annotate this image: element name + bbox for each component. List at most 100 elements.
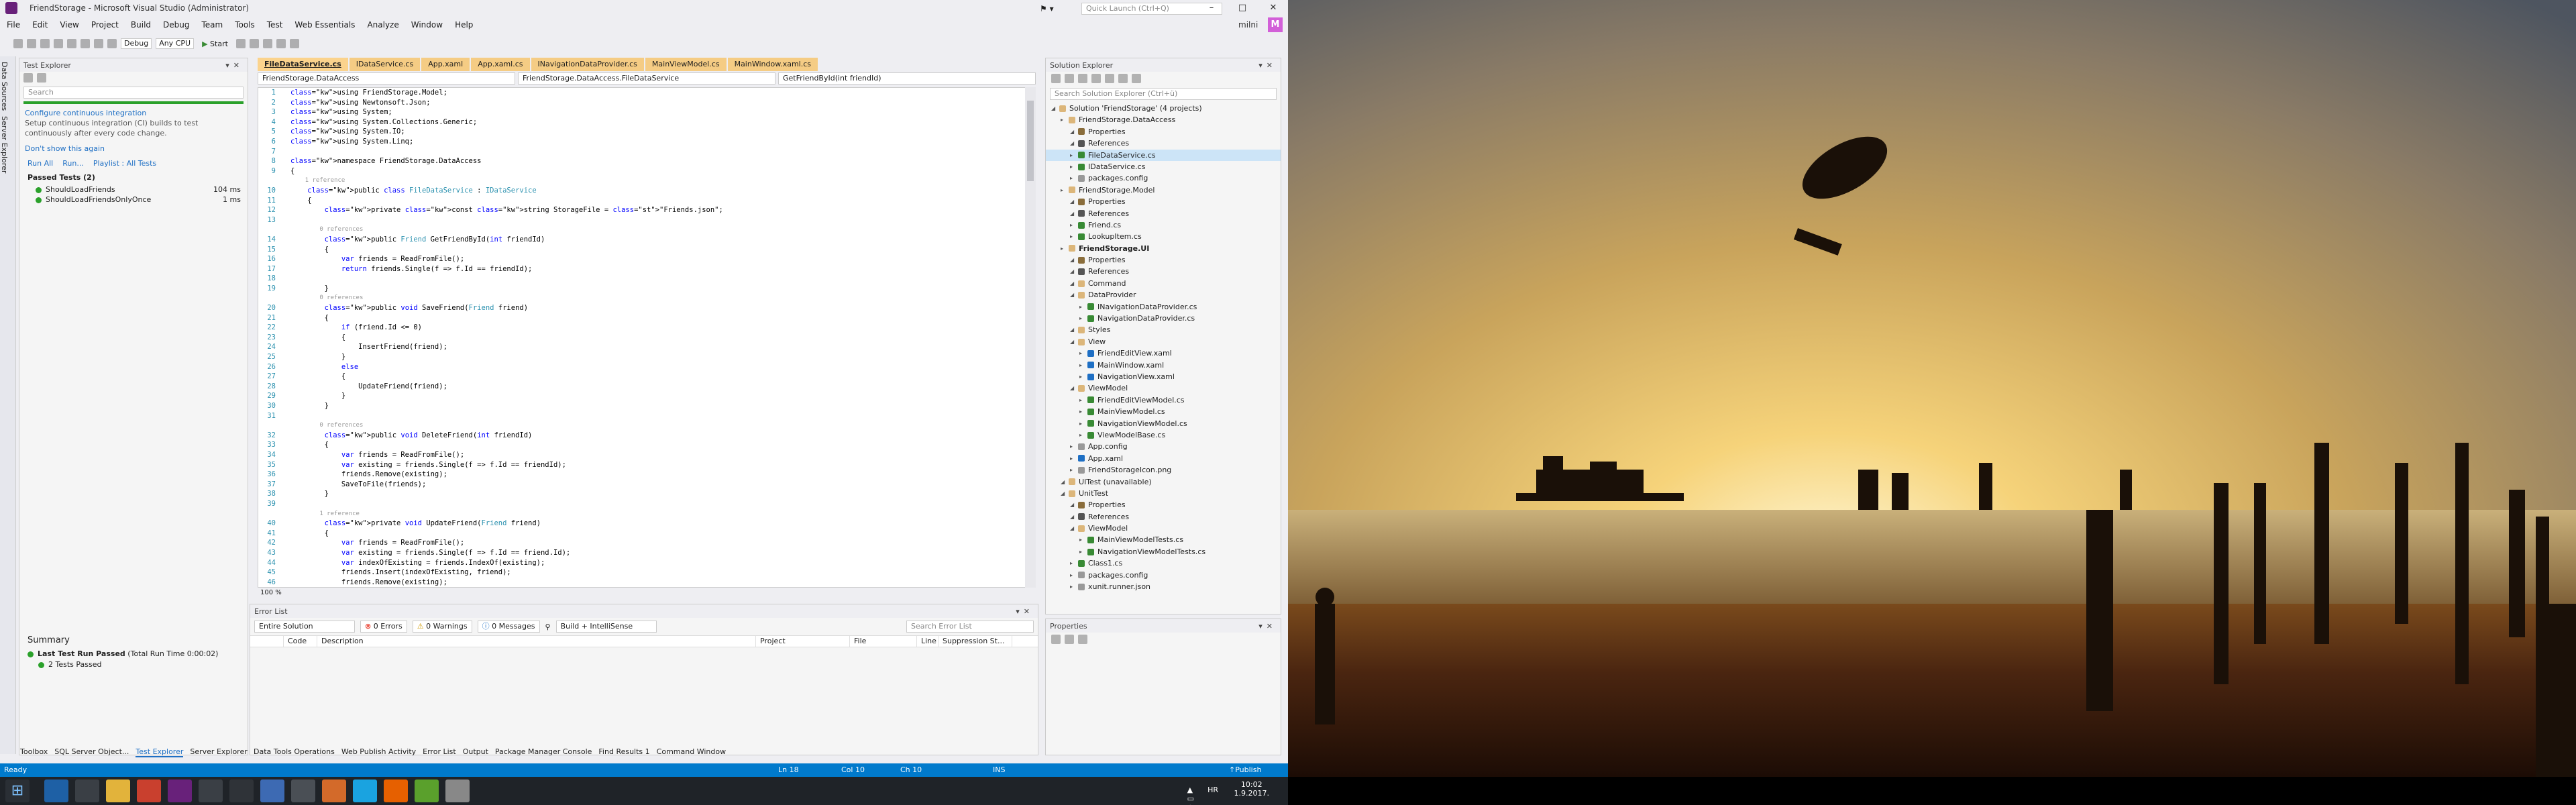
solution-tree-item[interactable]: ▸ MainWindow.xaml <box>1046 360 1281 371</box>
expand-arrow-icon[interactable]: ◢ <box>1070 523 1078 534</box>
zoom-level[interactable]: 100 % <box>258 589 1036 598</box>
save-all-icon[interactable] <box>80 39 90 48</box>
solution-tree-item[interactable]: ▸ NavigationDataProvider.cs <box>1046 313 1281 324</box>
editor-tab[interactable]: IDataService.cs <box>349 58 421 71</box>
bottom-tab[interactable]: Test Explorer <box>136 747 184 757</box>
solution-tree-item[interactable]: ▸ FriendStorage.UI <box>1046 243 1281 254</box>
platform-select[interactable]: Any CPU <box>156 38 195 49</box>
property-pages-icon[interactable] <box>1078 635 1087 644</box>
back-icon[interactable] <box>1051 74 1061 83</box>
store-icon[interactable] <box>75 780 99 802</box>
codelens-reference[interactable]: 0 references <box>290 225 363 235</box>
expand-arrow-icon[interactable]: ▸ <box>1079 418 1087 429</box>
avatar[interactable]: M <box>1268 17 1283 32</box>
home-icon[interactable] <box>1078 74 1087 83</box>
forward-icon[interactable] <box>1065 74 1074 83</box>
attach-icon[interactable] <box>235 39 246 48</box>
menu-item-debug[interactable]: Debug <box>163 20 189 34</box>
codelens-reference[interactable]: 0 references <box>290 421 363 431</box>
menu-item-build[interactable]: Build <box>131 20 151 34</box>
solution-tree-item[interactable]: ▸ packages.config <box>1046 570 1281 581</box>
solution-tree-item[interactable]: ◢ Properties <box>1046 126 1281 138</box>
solution-tree-item[interactable]: ◢ DataProvider <box>1046 289 1281 301</box>
solution-tree-item[interactable]: ▸ Friend.cs <box>1046 219 1281 231</box>
expand-arrow-icon[interactable]: ▸ <box>1079 313 1087 324</box>
expand-arrow-icon[interactable]: ▸ <box>1070 219 1078 231</box>
expand-arrow-icon[interactable]: ▸ <box>1061 243 1069 254</box>
bottom-tab[interactable]: Server Explorer <box>190 747 247 757</box>
project-dropdown[interactable]: FriendStorage.DataAccess <box>258 72 515 85</box>
expand-arrow-icon[interactable]: ▸ <box>1070 441 1078 452</box>
expand-arrow-icon[interactable]: ▸ <box>1070 150 1078 161</box>
solution-tree-item[interactable]: ◢ References <box>1046 208 1281 219</box>
expand-arrow-icon[interactable]: ◢ <box>1070 336 1078 347</box>
menu-item-help[interactable]: Help <box>455 20 473 34</box>
skype-icon[interactable] <box>353 780 377 802</box>
redo-icon[interactable] <box>107 39 117 48</box>
server-explorer-tab[interactable]: Server Explorer <box>0 116 9 173</box>
chrome-icon[interactable] <box>137 780 161 802</box>
run-link[interactable]: Run... <box>62 159 84 168</box>
quick-launch-input[interactable]: Quick Launch (Ctrl+Q) <box>1081 3 1222 15</box>
solution-tree-item[interactable]: ▸ IDataService.cs <box>1046 161 1281 172</box>
menu-item-team[interactable]: Team <box>201 20 223 34</box>
comment-icon[interactable] <box>276 39 286 48</box>
solution-tree-item[interactable]: ◢ UITest (unavailable) <box>1046 476 1281 488</box>
col-line[interactable]: Line <box>917 636 938 647</box>
input-language[interactable]: HR <box>1208 786 1218 794</box>
expand-arrow-icon[interactable]: ▸ <box>1079 394 1087 406</box>
col-project[interactable]: Project <box>756 636 850 647</box>
solution-tree-item[interactable]: ◢ References <box>1046 266 1281 277</box>
run-all-link[interactable]: Run All <box>28 159 53 168</box>
solution-tree-item[interactable]: ▸ NavigationViewModelTests.cs <box>1046 546 1281 557</box>
playlist-icon[interactable] <box>37 73 46 83</box>
expand-arrow-icon[interactable]: ◢ <box>1070 138 1078 149</box>
ie-icon[interactable] <box>44 780 68 802</box>
filter-icon[interactable]: ⚲ <box>545 623 551 631</box>
scroll-thumb[interactable] <box>1027 101 1034 181</box>
bottom-tab[interactable]: SQL Server Object... <box>54 747 129 757</box>
code-editor[interactable]: 1 class="kw">using FriendStorage.Model; 2 c… <box>258 87 1036 588</box>
expand-arrow-icon[interactable]: ▸ <box>1079 429 1087 441</box>
alphabetical-icon[interactable] <box>1065 635 1074 644</box>
solution-tree-item[interactable]: ▸ LookupItem.cs <box>1046 231 1281 242</box>
solution-tree-item[interactable]: ▸ Class1.cs <box>1046 557 1281 569</box>
expand-arrow-icon[interactable]: ▸ <box>1079 406 1087 417</box>
solution-tree-item[interactable]: ▸ FriendEditView.xaml <box>1046 347 1281 359</box>
menu-item-view[interactable]: View <box>60 20 78 34</box>
expand-arrow-icon[interactable]: ▸ <box>1070 231 1078 242</box>
maximize-button[interactable]: □ <box>1233 1 1252 15</box>
bottom-tab[interactable]: Find Results 1 <box>598 747 649 756</box>
error-search-input[interactable]: Search Error List <box>906 621 1034 633</box>
solution-tree-item[interactable]: ▸ MainViewModelTests.cs <box>1046 534 1281 545</box>
col-description[interactable]: Description <box>317 636 756 647</box>
scope-select[interactable]: Entire Solution <box>254 621 355 633</box>
solution-tree-item[interactable]: ▸ App.xaml <box>1046 453 1281 464</box>
editor-tab[interactable]: FileDataService.cs <box>258 58 348 71</box>
refresh-icon[interactable] <box>1105 74 1114 83</box>
solution-tree-item[interactable]: ◢ Properties <box>1046 254 1281 266</box>
menu-item-test[interactable]: Test <box>267 20 283 34</box>
solution-tree-item[interactable]: ▸ FriendEditViewModel.cs <box>1046 394 1281 406</box>
menu-item-project[interactable]: Project <box>91 20 119 34</box>
col-file[interactable]: File <box>850 636 917 647</box>
expand-arrow-icon[interactable]: ◢ <box>1061 476 1069 488</box>
solution-tree-item[interactable]: ◢ UnitTest <box>1046 488 1281 499</box>
bottom-tab[interactable]: Error List <box>423 747 456 756</box>
menu-item-analyze[interactable]: Analyze <box>367 20 398 34</box>
menu-item-window[interactable]: Window <box>411 20 443 34</box>
expand-arrow-icon[interactable]: ▸ <box>1079 371 1087 382</box>
clock[interactable]: 10:02 1.9.2017. <box>1234 780 1269 798</box>
solution-tree-item[interactable]: ◢ References <box>1046 138 1281 149</box>
solution-tree-item[interactable]: ◢ Properties <box>1046 196 1281 207</box>
bottom-tab[interactable]: Web Publish Activity <box>341 747 416 756</box>
solution-tree-item[interactable]: ◢ Command <box>1046 278 1281 289</box>
expand-arrow-icon[interactable]: ▸ <box>1070 172 1078 184</box>
open-icon[interactable] <box>54 39 63 48</box>
expand-arrow-icon[interactable]: ◢ <box>1070 126 1078 138</box>
passed-group[interactable]: Passed Tests (2) <box>19 170 248 184</box>
solution-tree-item[interactable]: ▸ xunit.runner.json <box>1046 581 1281 592</box>
solution-tree-item[interactable]: ▸ ViewModelBase.cs <box>1046 429 1281 441</box>
expand-arrow-icon[interactable]: ◢ <box>1070 278 1078 289</box>
errors-filter[interactable]: ⊗ 0 Errors <box>360 621 407 633</box>
